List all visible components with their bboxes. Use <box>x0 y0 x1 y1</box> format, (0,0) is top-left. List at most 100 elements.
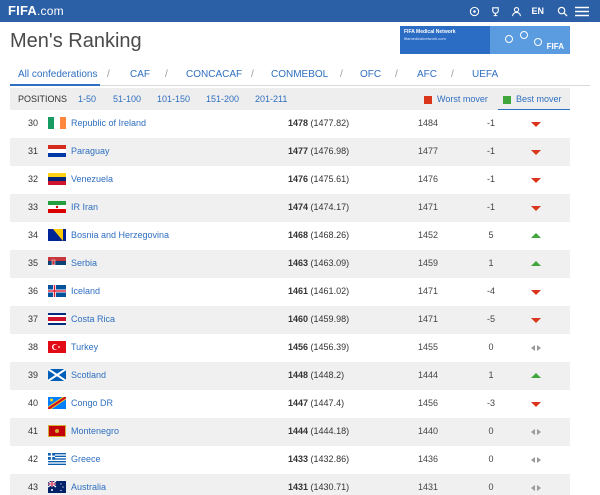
ad-banner[interactable]: FIFA Medical Network fifamedicalnetwork.… <box>400 26 570 54</box>
movement-cell: -3 <box>486 398 495 408</box>
ad-circle-icon <box>505 35 513 43</box>
team-link[interactable]: IR Iran <box>71 202 98 212</box>
table-row: 42 Greece 1433 (1432.86) 1436 0 <box>10 446 570 474</box>
rank-cell: 34 <box>28 230 39 240</box>
menu-icon[interactable] <box>574 0 590 22</box>
user-icon[interactable] <box>507 0 525 22</box>
team-link[interactable]: Australia <box>71 482 106 492</box>
tab-all-confederations[interactable]: All confederations <box>18 69 98 80</box>
movement-cell: 0 <box>488 454 494 464</box>
previous-points-cell: 1431 <box>418 482 439 492</box>
tab-uefa[interactable]: UEFA <box>472 69 498 80</box>
team-link[interactable]: Serbia <box>71 258 97 268</box>
range-201-211[interactable]: 201-211 <box>255 94 287 104</box>
points-exact: (1430.71) <box>310 482 350 492</box>
table-row: 34 Bosnia and Herzegovina 1468 (1468.26) 14… <box>10 222 570 250</box>
rank-cell: 40 <box>28 398 39 408</box>
language-selector[interactable]: EN <box>531 6 544 16</box>
ireland-flag-icon <box>48 117 66 129</box>
scotland-flag-icon <box>48 369 66 381</box>
points-cell: 1478 (1477.82) <box>288 118 349 128</box>
previous-points-cell: 1471 <box>418 202 439 212</box>
tab-separator: / <box>395 69 398 80</box>
trophy-icon[interactable] <box>486 0 504 22</box>
movement-cell: 0 <box>488 482 494 492</box>
tab-afc[interactable]: AFC <box>417 69 437 80</box>
team-link[interactable]: Paraguay <box>71 146 110 156</box>
paraguay-flag-icon <box>48 145 66 157</box>
previous-points-cell: 1436 <box>418 454 439 464</box>
points-cell: 1474 (1474.17) <box>288 202 349 212</box>
table-row: 40 Congo DR 1447 (1447.4) 1456 -3 <box>10 390 570 418</box>
points-cell: 1447 (1447.4) <box>288 398 344 408</box>
movement-cell: 1 <box>488 258 494 268</box>
best-mover-filter[interactable]: Best mover <box>516 94 562 104</box>
points-exact: (1432.86) <box>310 454 350 464</box>
ad-circle-icon <box>520 31 528 39</box>
worst-mover-filter[interactable]: Worst mover <box>437 94 488 104</box>
team-link[interactable]: Iceland <box>71 286 100 296</box>
points-rounded: 1474 <box>288 202 309 212</box>
turkey-flag-icon <box>48 341 66 353</box>
team-link[interactable]: Scotland <box>71 370 106 380</box>
team-link[interactable]: Congo DR <box>71 398 113 408</box>
team-link[interactable]: Greece <box>71 454 101 464</box>
points-exact: (1475.61) <box>310 174 350 184</box>
points-rounded: 1448 <box>288 370 309 380</box>
points-exact: (1459.98) <box>310 314 350 324</box>
range-51-100[interactable]: 51-100 <box>113 94 141 104</box>
team-link[interactable]: Montenegro <box>71 426 119 436</box>
previous-points-cell: 1455 <box>418 342 439 352</box>
serbia-flag-icon <box>48 257 66 269</box>
no-change-icon <box>531 343 541 353</box>
points-rounded: 1468 <box>288 230 309 240</box>
points-rounded: 1478 <box>288 118 309 128</box>
points-rounded: 1456 <box>288 342 309 352</box>
points-rounded: 1476 <box>288 174 309 184</box>
range-101-150[interactable]: 101-150 <box>157 94 190 104</box>
rank-cell: 35 <box>28 258 39 268</box>
points-cell: 1463 (1463.09) <box>288 258 349 268</box>
team-link[interactable]: Venezuela <box>71 174 113 184</box>
no-change-icon <box>531 427 541 437</box>
venezuela-flag-icon <box>48 173 66 185</box>
tab-separator: / <box>251 69 254 80</box>
rank-cell: 38 <box>28 342 39 352</box>
points-rounded: 1444 <box>288 426 309 436</box>
range-151-200[interactable]: 151-200 <box>206 94 239 104</box>
iceland-flag-icon <box>48 285 66 297</box>
positions-label: POSITIONS <box>18 94 68 104</box>
previous-points-cell: 1471 <box>418 286 439 296</box>
arrow-down-icon <box>531 399 541 409</box>
rank-cell: 43 <box>28 482 39 492</box>
ball-icon[interactable] <box>465 0 483 22</box>
points-rounded: 1433 <box>288 454 309 464</box>
team-link[interactable]: Bosnia and Herzegovina <box>71 230 169 240</box>
points-cell: 1456 (1456.39) <box>288 342 349 352</box>
table-row: 39 Scotland 1448 (1448.2) 1444 1 <box>10 362 570 390</box>
tab-separator: / <box>165 69 168 80</box>
points-rounded: 1463 <box>288 258 309 268</box>
team-link[interactable]: Republic of Ireland <box>71 118 146 128</box>
tab-ofc[interactable]: OFC <box>360 69 381 80</box>
movement-cell: -1 <box>486 174 495 184</box>
arrow-down-icon <box>531 203 541 213</box>
tab-concacaf[interactable]: CONCACAF <box>186 69 242 80</box>
points-cell: 1444 (1444.18) <box>288 426 349 436</box>
arrow-up-icon <box>531 259 541 269</box>
australia-flag-icon <box>48 481 66 493</box>
range-1-50[interactable]: 1-50 <box>78 94 96 104</box>
rank-cell: 37 <box>28 314 39 324</box>
no-change-icon <box>531 455 541 465</box>
previous-points-cell: 1484 <box>418 118 439 128</box>
tab-conmebol[interactable]: CONMEBOL <box>271 69 328 80</box>
points-cell: 1460 (1459.98) <box>288 314 349 324</box>
team-link[interactable]: Turkey <box>71 342 98 352</box>
points-cell: 1468 (1468.26) <box>288 230 349 240</box>
movement-cell: 1 <box>488 370 494 380</box>
tab-caf[interactable]: CAF <box>130 69 150 80</box>
team-link[interactable]: Costa Rica <box>71 314 115 324</box>
search-icon[interactable] <box>553 0 571 22</box>
table-row: 41 Montenegro 1444 (1444.18) 1440 0 <box>10 418 570 446</box>
fifa-logo[interactable]: FIFA.com <box>8 3 64 18</box>
